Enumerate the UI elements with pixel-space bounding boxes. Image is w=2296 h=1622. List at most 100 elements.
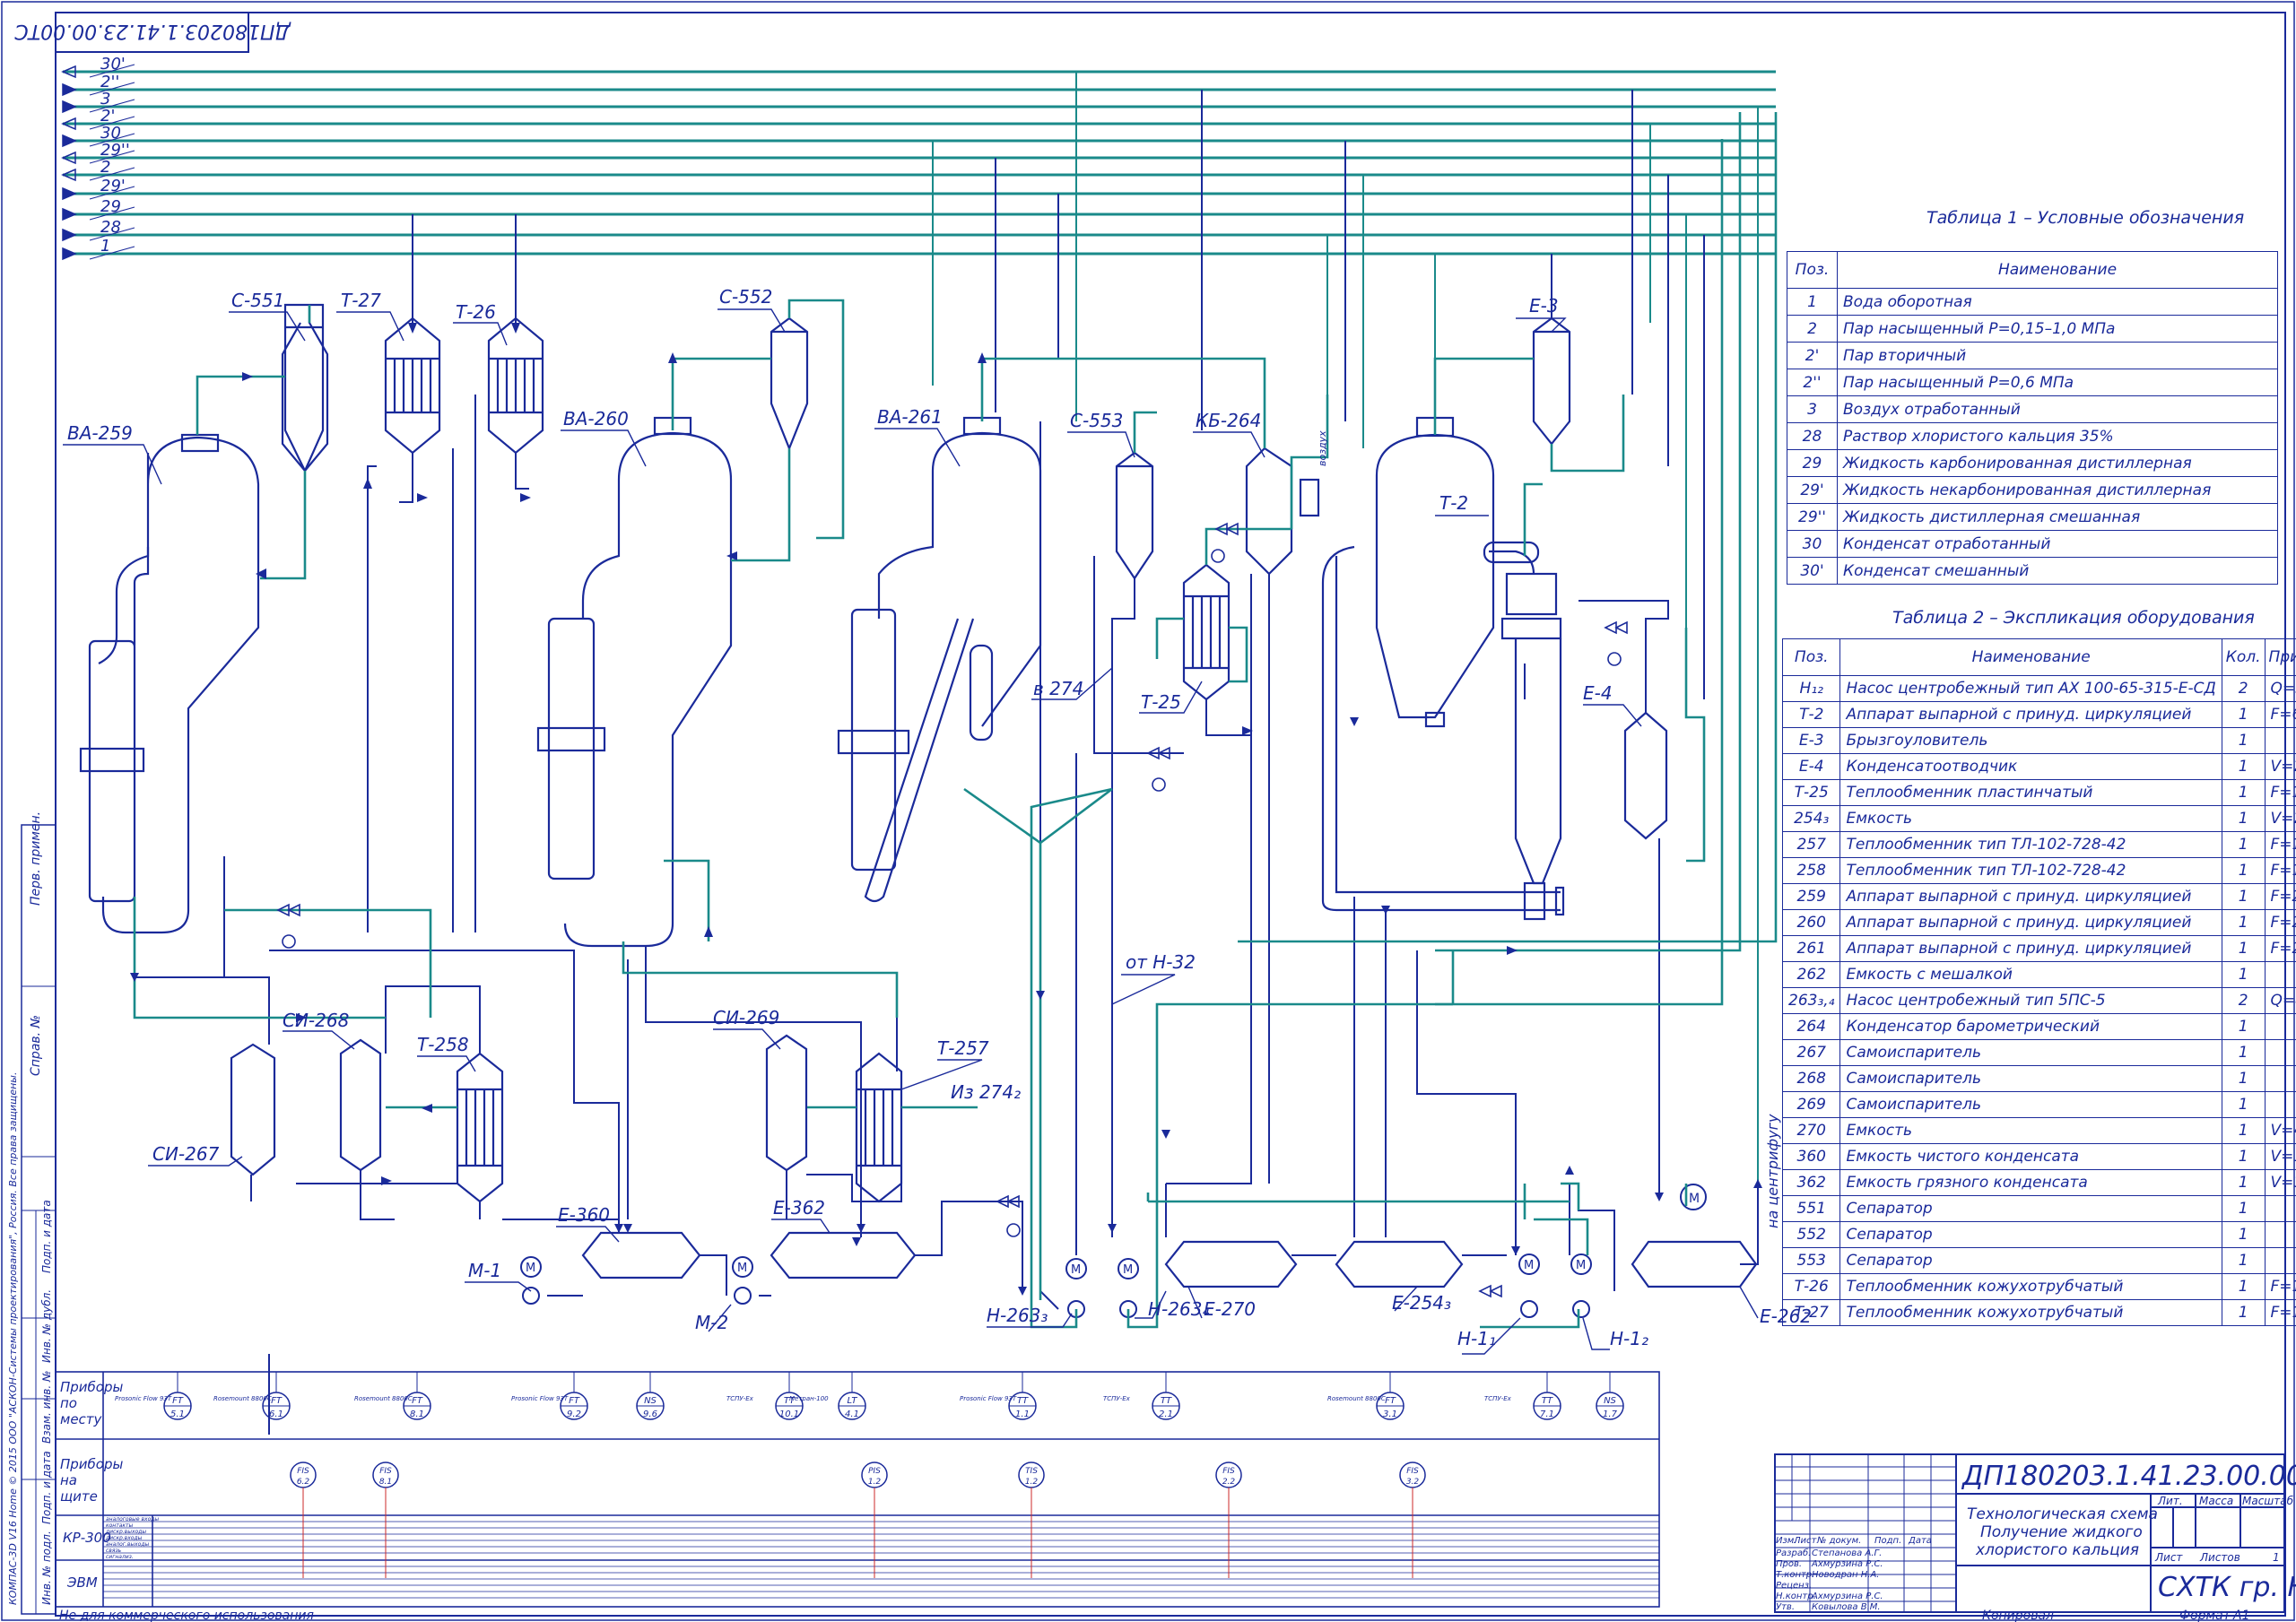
table2-cell-note: F=272 м² <box>2264 883 2296 910</box>
local-instrument-num: 1.1 <box>1015 1409 1030 1419</box>
table2-cell-note: V=200 м³ <box>2264 805 2296 832</box>
table2-cell-note: F=630 м² <box>2264 701 2296 728</box>
local-instrument-note: Rosemount 8800C <box>354 1395 413 1402</box>
stamp-role: Т.контр. <box>1776 1570 1815 1580</box>
table1-row: 1 Вода оборотная <box>1787 288 2278 316</box>
local-instrument-num: 6.1 <box>269 1409 283 1419</box>
table2-cell-note <box>2264 1195 2296 1222</box>
s552-separator <box>770 317 809 451</box>
kp-row-label: аналоговые входы <box>106 1516 159 1522</box>
stamp-role: Реценз. <box>1776 1581 1813 1591</box>
t257-exchanger <box>855 1052 903 1203</box>
stamp-person: Степанова А.Г. <box>1812 1548 1883 1558</box>
table1-cell-name: Пар насыщенный Р=0,6 МПа <box>1837 369 2278 396</box>
table2-cell-qty: 1 <box>2221 1221 2266 1248</box>
local-instrument-tag: FT <box>412 1396 423 1406</box>
table1-row: 30' Конденсат смешанный <box>1787 557 2278 585</box>
table2-cell-name: Аппарат выпарной с принуд. циркуляцией <box>1839 701 2222 728</box>
table2-cell-pos: 268 <box>1781 1065 1841 1092</box>
va261-body <box>931 431 1042 727</box>
table2-cell-pos: 553 <box>1781 1247 1841 1274</box>
table1-cell-name: Вода оборотная <box>1837 288 2278 316</box>
local-instrument-note: Prosonic Flow 93T <box>511 1395 569 1402</box>
table2-cell-pos: 267 <box>1781 1039 1841 1066</box>
table1-header-name: Наименование <box>1837 251 2278 289</box>
table2-cell-pos: 254₃ <box>1781 805 1841 832</box>
table2-cell-qty: 1 <box>2221 753 2266 780</box>
label-e4: Е-4 <box>1583 682 1613 704</box>
stream-label: 29'' <box>100 141 130 160</box>
table2-cell-pos: 263₃,₄ <box>1781 987 1841 1014</box>
e254-vessel <box>1335 1240 1464 1288</box>
table1-row: 2'' Пар насыщенный Р=0,6 МПа <box>1787 369 2278 396</box>
table2-row: 268 Самоиспаритель 1 <box>1781 1065 2296 1092</box>
table2-cell-qty: 1 <box>2221 779 2266 806</box>
table1-cell-pos: 30' <box>1787 557 1838 585</box>
m1-pump <box>522 1287 540 1305</box>
label-si269: СИ-269 <box>713 1007 779 1028</box>
board-instrument-num: 2.2 <box>1222 1478 1236 1487</box>
label-t26: Т-26 <box>456 301 496 323</box>
table2-cell-note: Q=85 м³/ч <box>2264 987 2296 1014</box>
table2-cell-name: Теплообменник тип ТЛ-102-728-42 <box>1839 831 2222 858</box>
local-instrument-num: 3.1 <box>1383 1409 1397 1419</box>
table2-cell-pos: 552 <box>1781 1221 1841 1248</box>
table1-cell-pos: 2' <box>1787 342 1838 369</box>
table2-cell-qty: 1 <box>2221 1039 2266 1066</box>
table2-cell-pos: Е-3 <box>1781 727 1841 754</box>
label-s553: С-553 <box>1070 410 1123 431</box>
table1-cell-pos: 2'' <box>1787 369 1838 396</box>
local-instrument-num: 1.7 <box>1603 1409 1618 1419</box>
table2-cell-name: Емкость <box>1839 805 2222 832</box>
table1-row: 28 Раствор хлористого кальция 35% <box>1787 422 2278 450</box>
stream-label: 2 <box>100 158 110 177</box>
e270-vessel <box>1164 1240 1298 1288</box>
table2-row: 551 Сепаратор 1 <box>1781 1195 2296 1222</box>
label-t2: Т-2 <box>1439 492 1468 514</box>
table2-cell-note: V=2 м³ <box>2264 753 2296 780</box>
table2-cell-name: Самоиспаритель <box>1839 1091 2222 1118</box>
instrument-panel <box>55 1371 1660 1608</box>
local-instrument-tag: TT <box>1161 1396 1172 1406</box>
table2-cell-name: Аппарат выпарной с принуд. циркуляцией <box>1839 883 2222 910</box>
table2-row: 267 Самоиспаритель 1 <box>1781 1039 2296 1066</box>
label-h263b: Н-263₄ <box>1148 1298 1209 1320</box>
table2-row: 262 Емкость с мешалкой 1 <box>1781 961 2296 988</box>
table2-row: Т-2 Аппарат выпарной с принуд. циркуляцие… <box>1781 701 2296 728</box>
equipment-label-texts: С-551 Т-27 Т-26 С-552 ВА-259 ВА-260 ВА-2… <box>67 286 1812 1349</box>
local-instrument-note: Rosemount 8800C <box>213 1395 272 1402</box>
local-instrument-tag: FT <box>569 1396 580 1406</box>
side-label-5: Подп. и дата <box>40 1451 53 1524</box>
table2-cell-pos: Т-27 <box>1781 1299 1841 1326</box>
stamp-person: Ковылова В.М. <box>1812 1602 1881 1612</box>
table2-cell-name: Емкость <box>1839 1117 2222 1144</box>
title-col-lit: Лит. <box>2158 1495 2183 1507</box>
table2-cell-name: Емкость чистого конденсата <box>1839 1143 2222 1170</box>
table1-cell-pos: 1 <box>1787 288 1838 316</box>
board-instrument-tag: PIS <box>868 1467 881 1476</box>
footer-left-note: Не для коммерческого использования <box>59 1609 314 1622</box>
e262-vessel <box>1631 1240 1758 1288</box>
kp-row-label: контакты <box>106 1522 134 1529</box>
table2-cell-qty: 2 <box>2221 675 2266 702</box>
table2-cell-qty: 1 <box>2221 1117 2266 1144</box>
local-instrument-note: ТСПУ-Ex <box>1103 1395 1131 1402</box>
label-to-centrifuge: на центрифугу <box>1764 1114 1781 1228</box>
table2-cell-pos: 269 <box>1781 1091 1841 1118</box>
local-instrument-tag: FT <box>172 1396 184 1406</box>
table2-cell-name: Емкость с мешалкой <box>1839 961 2222 988</box>
local-instrument-num: 9.2 <box>567 1409 581 1419</box>
title-block: ДП180203.1.41.23.00.00ТС Технологическая… <box>1774 1453 2296 1613</box>
stream-label: 29 <box>100 197 121 216</box>
table2-cell-note: F=163 м² <box>2264 1299 2296 1326</box>
table2-cell-note: V=35 м³ <box>2264 1169 2296 1196</box>
table2-row: 553 Сепаратор 1 <box>1781 1247 2296 1274</box>
kp-row-label: дискр.входы <box>105 1535 143 1541</box>
board-instrument-num: 1.2 <box>868 1478 882 1487</box>
flow-arrows <box>130 323 1762 1296</box>
title-sign: Подп. <box>1874 1536 1902 1546</box>
table2-caption: Таблица 2 – Экспликация оборудования <box>1892 608 2255 628</box>
table1-cell-pos: 29 <box>1787 449 1838 477</box>
table2-cell-note: F=163 м² <box>2264 1273 2296 1300</box>
label-m2: М-2 <box>695 1312 728 1333</box>
